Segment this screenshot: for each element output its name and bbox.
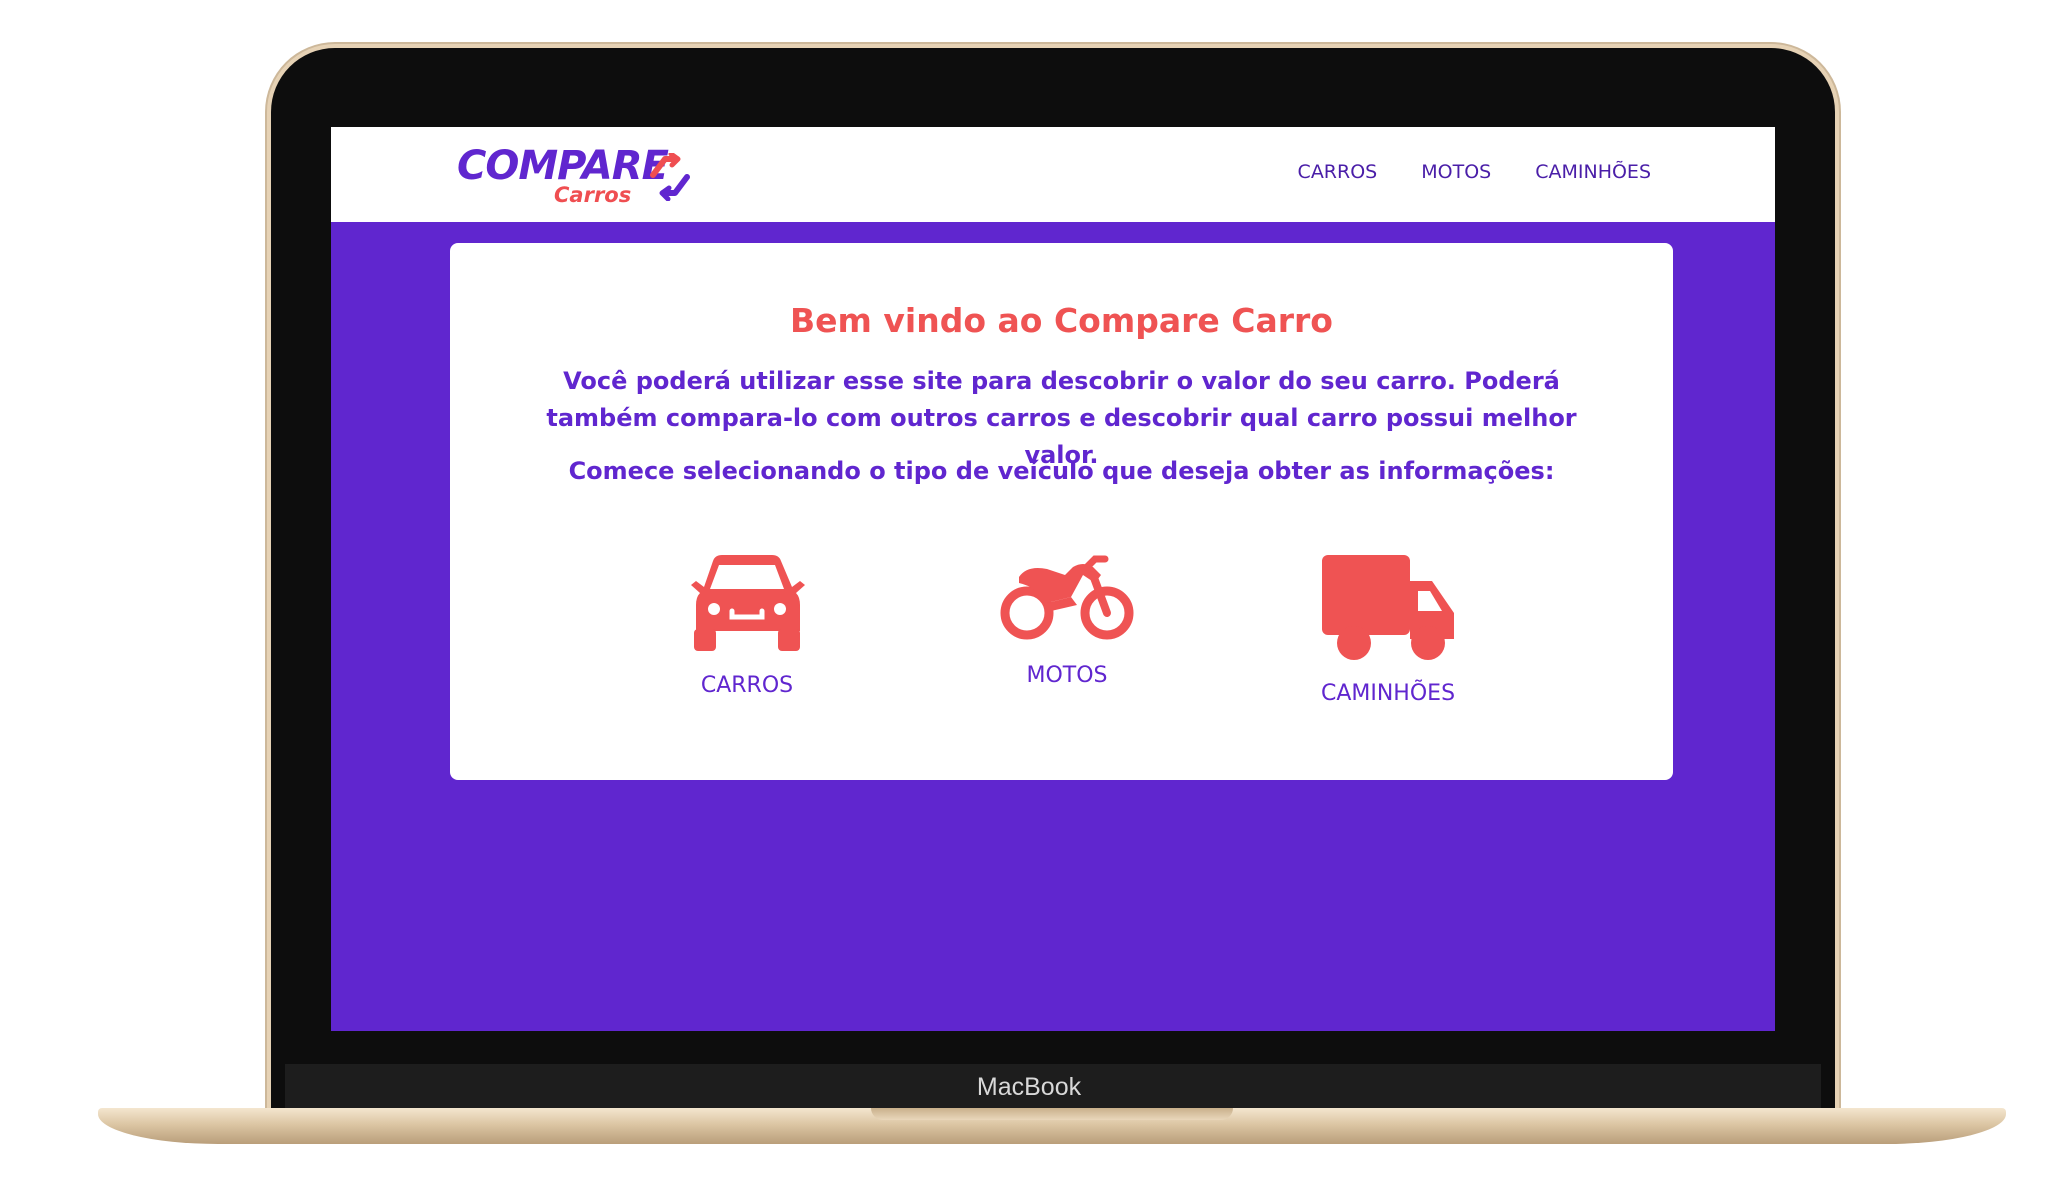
welcome-instruction: Comece selecionando o tipo de veículo qu… <box>568 457 1555 485</box>
truck-icon <box>1322 555 1454 660</box>
welcome-title: Bem vindo ao Compare Carro <box>790 301 1333 340</box>
vehicle-label-motos: MOTOS <box>1026 663 1108 688</box>
nav-link-carros[interactable]: CARROS <box>1298 161 1378 183</box>
welcome-card: Bem vindo ao Compare Carro Você poderá u… <box>450 243 1673 780</box>
vehicle-option-carros[interactable]: CARROS <box>637 553 857 698</box>
vehicle-label-caminhoes: CAMINHÕES <box>1320 681 1456 706</box>
device-label: MacBook <box>976 1073 1082 1101</box>
logo[interactable]: COMPARE Carros <box>457 143 697 209</box>
logo-sub-text: Carros <box>554 183 632 207</box>
motorcycle-icon <box>1000 555 1134 640</box>
car-icon <box>691 555 805 651</box>
vehicle-option-caminhoes[interactable]: CAMINHÕES <box>1278 553 1498 706</box>
exchange-arrows-icon <box>650 153 690 201</box>
nav-link-motos[interactable]: MOTOS <box>1421 161 1491 183</box>
nav-link-caminhoes[interactable]: CAMINHÕES <box>1535 161 1651 183</box>
site-header: COMPARE Carros CARROS MOTOS CAMINHÕES <box>331 127 1775 222</box>
laptop-hinge-notch <box>871 1108 1233 1120</box>
vehicle-label-carros: CARROS <box>700 673 794 698</box>
vehicle-option-motos[interactable]: MOTOS <box>957 553 1177 688</box>
screen: COMPARE Carros CARROS MOTOS CAMINHÕES Be… <box>331 127 1775 1031</box>
main-nav: CARROS MOTOS CAMINHÕES <box>1298 161 1651 183</box>
